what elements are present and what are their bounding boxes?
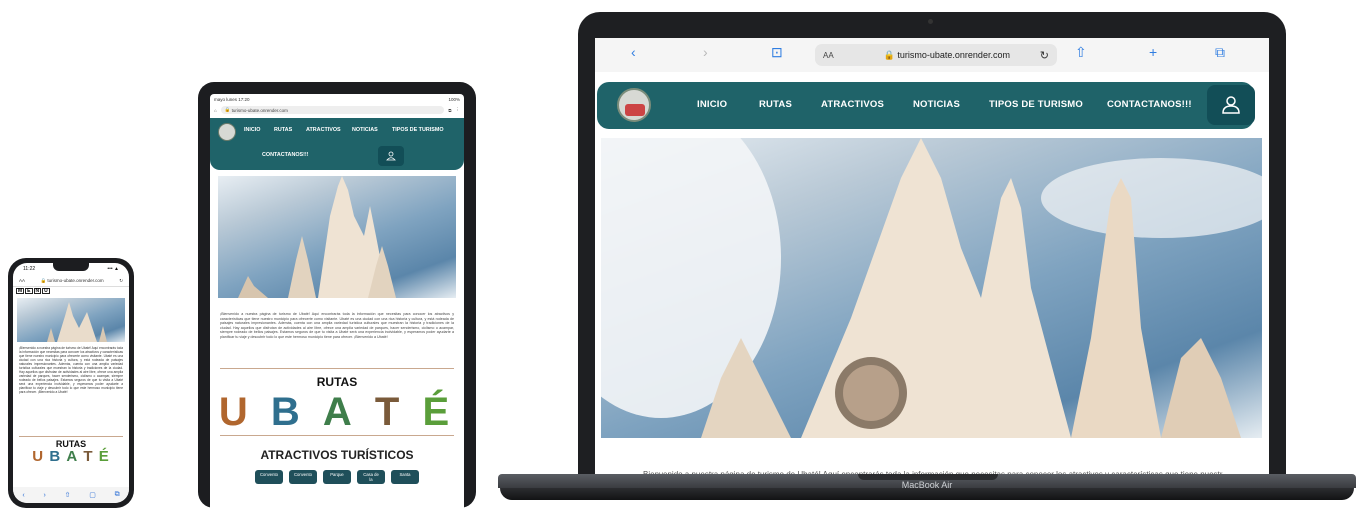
tablet-status-bar: mayo lunes 17:20 100% bbox=[210, 94, 464, 104]
ubate-letter: U bbox=[32, 448, 45, 465]
nav-inicio[interactable]: INICIO bbox=[244, 127, 260, 133]
nav-contactanos[interactable]: CONTACTANOS!!! bbox=[1107, 99, 1192, 110]
phone-menu-button[interactable]: M E N U bbox=[13, 287, 129, 295]
menu-letter: M bbox=[16, 288, 25, 294]
tablet-rutas-heading: RUTAS bbox=[316, 375, 358, 389]
phone-url-text: 🔒 turismo-ubate.onrender.com bbox=[40, 277, 104, 283]
ubate-letter: É bbox=[422, 390, 456, 434]
ubate-letter: B bbox=[49, 448, 62, 465]
menu-letter: N bbox=[33, 288, 42, 294]
back-icon[interactable]: ‹ bbox=[631, 44, 636, 60]
tablet-hero-image bbox=[218, 176, 456, 298]
phone-device: 11:22 ••• ▲ AA 🔒 turismo-ubate.onrender.… bbox=[8, 258, 134, 508]
tablet-status-time: mayo lunes 17:20 bbox=[214, 96, 250, 102]
phone-time: 11:22 bbox=[23, 266, 36, 272]
site-logo[interactable] bbox=[617, 88, 651, 122]
nav-noticias[interactable]: NOTICIAS bbox=[913, 99, 960, 110]
site-logo[interactable] bbox=[218, 123, 236, 141]
laptop-screen: ‹ › ⊡ AA 🔒 turismo-ubate.onrender.com ↻ … bbox=[595, 38, 1269, 478]
attraction-button[interactable]: Parque bbox=[323, 470, 351, 484]
atractivos-heading: ATRACTIVOS TURÍSTICOS bbox=[260, 448, 414, 462]
tablet-navbar: INICIO RUTAS ATRACTIVOS NOTICIAS TIPOS D… bbox=[210, 118, 464, 170]
nav-contactanos[interactable]: CONTACTANOS!!! bbox=[262, 152, 309, 158]
attraction-button[interactable]: Convento bbox=[255, 470, 283, 484]
bookmarks-icon[interactable]: ▢ bbox=[89, 491, 96, 499]
attraction-button[interactable]: Convento bbox=[289, 470, 317, 484]
attraction-button[interactable]: Santa bbox=[391, 470, 419, 484]
camera bbox=[928, 19, 933, 24]
forward-icon[interactable]: › bbox=[703, 44, 708, 60]
home-icon[interactable]: ⌂ bbox=[214, 108, 217, 113]
ubate-letter: B bbox=[270, 390, 306, 434]
cathedral-image bbox=[47, 302, 107, 342]
text-size-button[interactable]: AA bbox=[823, 51, 834, 60]
nav-inicio[interactable]: INICIO bbox=[697, 99, 727, 110]
nav-atractivos[interactable]: ATRACTIVOS bbox=[821, 99, 884, 110]
phone-intro-text: ¡Bienvenido a nuestra página de turismo … bbox=[19, 346, 123, 394]
nav-rutas[interactable]: RUTAS bbox=[274, 127, 292, 133]
device-mockup-scene: 11:22 ••• ▲ AA 🔒 turismo-ubate.onrender.… bbox=[0, 0, 1356, 508]
more-icon[interactable]: ⋮ bbox=[456, 107, 461, 113]
book-icon[interactable]: ⊡ bbox=[771, 44, 783, 61]
ubate-letter: A bbox=[322, 390, 358, 434]
divider bbox=[220, 368, 454, 369]
user-button[interactable] bbox=[1207, 85, 1255, 125]
phone-text-size-button[interactable]: AA bbox=[19, 278, 25, 283]
new-tab-icon[interactable]: + bbox=[1149, 44, 1157, 60]
tabs-icon[interactable]: ⧉ bbox=[1215, 44, 1225, 61]
url-text: 🔒 turismo-ubate.onrender.com bbox=[883, 49, 1010, 60]
phone-address-bar[interactable]: AA 🔒 turismo-ubate.onrender.com ↻ bbox=[13, 275, 129, 287]
address-bar[interactable]: AA 🔒 turismo-ubate.onrender.com ↻ bbox=[815, 44, 1057, 66]
attraction-button[interactable]: Casa de la bbox=[357, 470, 385, 484]
tabs-icon[interactable]: ⧉ bbox=[448, 108, 451, 113]
ubate-letter: T bbox=[83, 448, 94, 465]
tablet-battery: 100% bbox=[448, 96, 460, 102]
divider bbox=[19, 436, 123, 437]
ubate-letter: É bbox=[98, 448, 110, 465]
user-icon bbox=[1222, 96, 1240, 114]
divider bbox=[220, 435, 454, 436]
ubate-letter: U bbox=[218, 390, 254, 434]
attraction-buttons: Convento Convento Parque Casa de la Sant… bbox=[210, 470, 464, 484]
tablet-url-text: turismo-ubate.onrender.com bbox=[231, 107, 288, 113]
tablet-device: mayo lunes 17:20 100% ⌂ 🔒 turismo-ubate.… bbox=[198, 82, 476, 508]
user-icon bbox=[386, 151, 396, 161]
share-icon[interactable]: ⇧ bbox=[65, 491, 71, 499]
phone-notch bbox=[53, 263, 89, 271]
reload-icon[interactable]: ↻ bbox=[1040, 49, 1049, 62]
nav-atractivos[interactable]: ATRACTIVOS bbox=[306, 127, 341, 133]
nav-tipos-de-turismo[interactable]: TIPOS DE TURISMO bbox=[392, 127, 444, 133]
forward-icon[interactable]: › bbox=[43, 492, 45, 499]
tablet-url-field[interactable]: 🔒 turismo-ubate.onrender.com bbox=[220, 106, 445, 114]
tablet-screen: mayo lunes 17:20 100% ⌂ 🔒 turismo-ubate.… bbox=[210, 94, 464, 508]
back-icon[interactable]: ‹ bbox=[22, 492, 24, 499]
share-icon[interactable]: ⇧ bbox=[1075, 44, 1087, 61]
cathedral-image bbox=[601, 138, 1262, 438]
phone-signal-icon: ••• ▲ bbox=[107, 266, 119, 272]
nav-tipos-de-turismo[interactable]: TIPOS DE TURISMO bbox=[989, 99, 1083, 110]
nav-rutas[interactable]: RUTAS bbox=[759, 99, 792, 110]
laptop-device: ‹ › ⊡ AA 🔒 turismo-ubate.onrender.com ↻ … bbox=[578, 12, 1286, 490]
phone-browser-toolbar: ‹ › ⇧ ▢ ⧉ bbox=[13, 487, 129, 503]
site-navbar: INICIO RUTAS ATRACTIVOS NOTICIAS TIPOS D… bbox=[597, 82, 1255, 129]
ubate-letter: T bbox=[374, 390, 406, 434]
safari-toolbar: ‹ › ⊡ AA 🔒 turismo-ubate.onrender.com ↻ … bbox=[595, 38, 1269, 72]
cathedral-image bbox=[238, 176, 396, 298]
hero-image bbox=[601, 138, 1262, 438]
phone-reload-icon[interactable]: ↻ bbox=[119, 278, 123, 284]
tablet-ubate-banner[interactable]: U B A T É bbox=[210, 391, 464, 433]
tablet-address-bar[interactable]: ⌂ 🔒 turismo-ubate.onrender.com ⧉ ⋮ bbox=[210, 104, 464, 116]
phone-screen: 11:22 ••• ▲ AA 🔒 turismo-ubate.onrender.… bbox=[13, 263, 129, 503]
nav-noticias[interactable]: NOTICIAS bbox=[352, 127, 378, 133]
phone-hero-image bbox=[17, 298, 125, 342]
phone-ubate-banner[interactable]: U B A T É bbox=[13, 449, 129, 464]
tablet-intro-text: ¡Bienvenido a nuestra página de turismo … bbox=[220, 312, 454, 339]
user-button[interactable] bbox=[378, 146, 404, 166]
menu-letter: U bbox=[42, 288, 50, 294]
laptop-base: MacBook Air bbox=[498, 474, 1356, 508]
ubate-letter: A bbox=[66, 448, 79, 465]
tabs-icon[interactable]: ⧉ bbox=[115, 491, 120, 499]
menu-letter: E bbox=[25, 288, 33, 294]
device-label: MacBook Air bbox=[901, 480, 953, 490]
